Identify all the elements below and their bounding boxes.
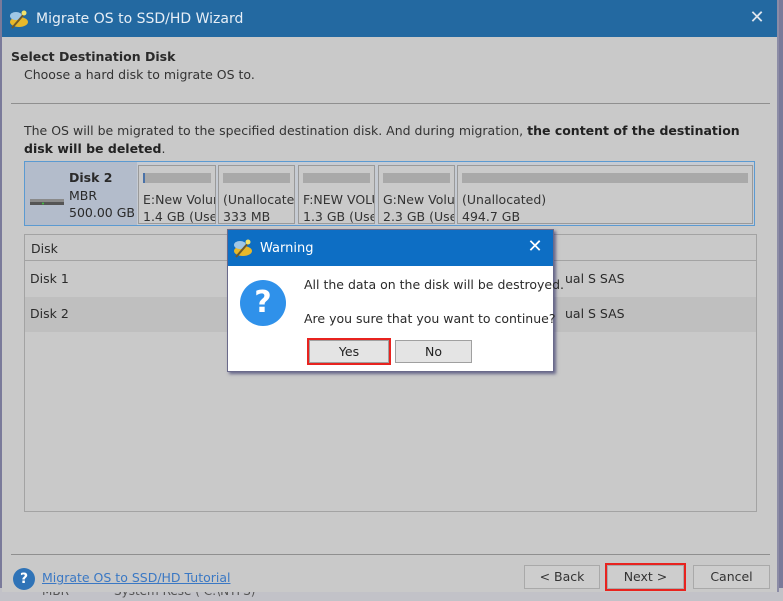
column-header-disk[interactable]: Disk	[31, 241, 58, 256]
partition-size: 1.3 GB (Use	[303, 209, 375, 224]
partition-label: E:New Volur	[143, 192, 216, 207]
disk-type: MBR	[69, 188, 98, 203]
model-cell: ual S SAS	[565, 306, 625, 321]
description-text: The OS will be migrated to the specified…	[24, 123, 528, 138]
dialog-close-icon[interactable]: ✕	[525, 237, 545, 257]
warning-dialog: Warning ✕ ? All the data on the disk wil…	[227, 229, 564, 372]
help-icon[interactable]: ?	[13, 568, 35, 590]
warning-description: The OS will be migrated to the specified…	[24, 122, 764, 158]
cancel-button[interactable]: Cancel	[693, 565, 770, 589]
partition-size: 1.4 GB (Use	[143, 209, 216, 224]
partition-label: (Unallocated)	[462, 192, 547, 207]
tutorial-link[interactable]: Migrate OS to SSD/HD Tutorial	[42, 570, 230, 585]
disk-info: Disk 2 MBR 500.00 GB	[25, 162, 137, 225]
partition-usage-bar	[303, 173, 370, 183]
partition-usage-bar	[383, 173, 450, 183]
page-subtitle: Choose a hard disk to migrate OS to.	[24, 67, 255, 82]
partition-label: F:NEW VOLU	[303, 192, 375, 207]
disk-size: 500.00 GB	[69, 205, 135, 220]
title-bar: Migrate OS to SSD/HD Wizard ✕	[2, 0, 777, 37]
partition-block[interactable]: G:New Volu 2.3 GB (Use	[378, 165, 455, 224]
disk-cell: Disk 2	[30, 306, 69, 321]
dialog-title-bar: Warning ✕	[228, 230, 553, 266]
partition-usage-bar	[143, 173, 211, 183]
partition-size: 494.7 GB	[462, 209, 521, 224]
header-divider	[11, 103, 770, 104]
hard-disk-icon	[30, 195, 64, 205]
disk-name: Disk 2	[69, 170, 113, 185]
partition-block[interactable]: F:NEW VOLU 1.3 GB (Use	[298, 165, 375, 224]
partition-size: 333 MB	[223, 209, 271, 224]
footer-divider	[11, 554, 770, 555]
partition-size: 2.3 GB (Use	[383, 209, 455, 224]
partition-label: (Unallocatec	[223, 192, 295, 207]
disk-map[interactable]: Disk 2 MBR 500.00 GB E:New Volur 1.4 GB …	[24, 161, 755, 226]
dialog-message: All the data on the disk will be destroy…	[304, 277, 565, 292]
model-cell: ual S SAS	[565, 271, 625, 286]
partition-block[interactable]: (Unallocatec 333 MB	[218, 165, 295, 224]
no-button[interactable]: No	[395, 340, 472, 363]
description-end: .	[161, 141, 166, 156]
dialog-question: Are you sure that you want to continue?	[304, 311, 556, 326]
back-button[interactable]: < Back	[524, 565, 600, 589]
disk-cell: Disk 1	[30, 271, 69, 286]
window-title: Migrate OS to SSD/HD Wizard	[36, 10, 244, 27]
partition-usage-bar	[223, 173, 290, 183]
close-icon[interactable]: ✕	[747, 8, 767, 28]
partition-usage-bar	[462, 173, 748, 183]
yes-button[interactable]: Yes	[307, 338, 391, 365]
next-button[interactable]: Next >	[605, 563, 686, 591]
partition-block[interactable]: E:New Volur 1.4 GB (Use	[138, 165, 216, 224]
partition-label: G:New Volu	[383, 192, 455, 207]
app-icon	[232, 237, 254, 259]
partition-block[interactable]: (Unallocated) 494.7 GB	[457, 165, 753, 224]
dialog-title: Warning	[260, 240, 314, 256]
question-icon: ?	[240, 280, 286, 326]
app-icon	[8, 8, 30, 30]
page-title: Select Destination Disk	[11, 49, 176, 64]
